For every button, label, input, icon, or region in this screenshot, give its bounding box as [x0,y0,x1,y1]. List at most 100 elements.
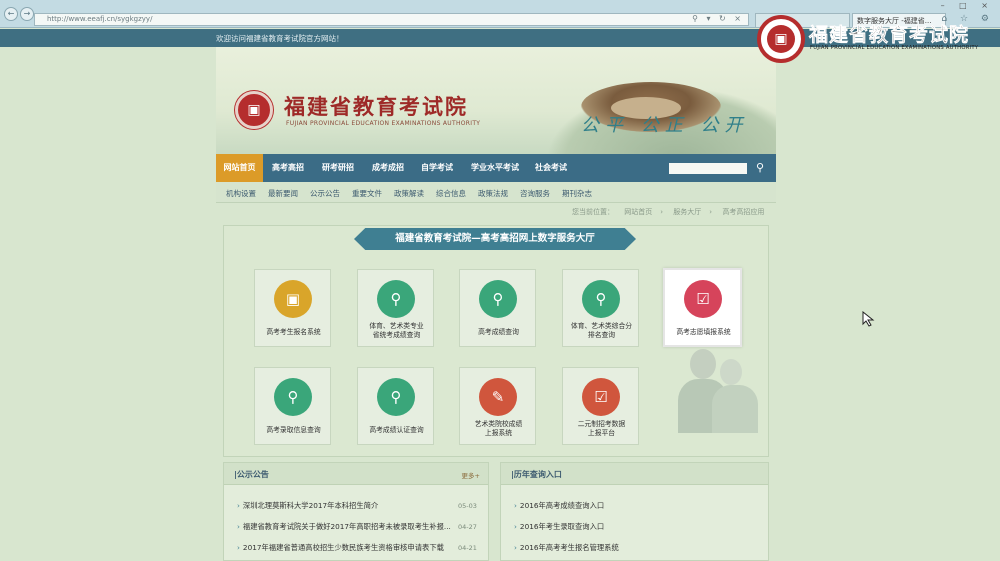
main-nav-item-chengkao[interactable]: 成考成招 [372,154,404,182]
sub-nav-item[interactable]: 重要文件 [352,188,382,199]
watermark-seal-icon: ▣ [757,15,805,63]
breadcrumb-item[interactable]: 网站首页 [624,208,652,216]
service-tile-label-line: 排名查询 [587,331,616,339]
address-search-icon[interactable]: ⚲ ▾ ↻ × [692,14,744,23]
main-nav-item-shehui[interactable]: 社会考试 [535,154,567,182]
main-nav-item-home[interactable]: 网站首页 [216,154,263,182]
main-nav-item-zixue[interactable]: 自学考试 [421,154,453,182]
service-tile[interactable]: ⚲ 高考录取信息查询 [254,367,331,445]
service-tile-label-line: 高考考生报名系统 [266,328,321,336]
main-nav-item-xueye[interactable]: 学业水平考试 [471,154,519,182]
service-tile-label: 高考考生报名系统 [257,328,330,337]
service-tile-label: 艺术类院校成绩 上报系统 [462,420,535,438]
sub-nav-item[interactable]: 期刊杂志 [562,188,592,199]
chevron-right-icon: › [237,543,240,552]
service-tile-label-line: 高考志愿填报系统 [676,328,731,336]
monitor-icon: ▣ [274,280,312,318]
service-tile-label-line: 艺术类院校成绩 [474,420,523,428]
service-tile-label-line: 省统考成绩查询 [372,331,421,339]
main-nav-item-gaokao[interactable]: 高考高招 [272,154,304,182]
service-tile[interactable]: ⚲ 体育、艺术类综合分 排名查询 [562,269,639,347]
list-item-date: 05-03 [458,502,477,510]
search-doc-icon: ⚲ [582,280,620,318]
welcome-text: 欢迎访问福建省教育考试院官方网站！ [216,34,344,43]
service-tile-label-line: 二元制招考数据 [577,420,626,428]
breadcrumb-sep: › [660,208,664,216]
edit-doc-icon: ✎ [479,378,517,416]
site-slogan: 公平 公正 公开 [581,115,749,136]
service-tile-label: 体育、艺术类综合分 排名查询 [565,322,638,340]
service-tile-label: 高考录取信息查询 [257,426,330,435]
search-doc-icon: ⚲ [377,378,415,416]
service-tile[interactable]: ⚲ 高考成绩查询 [459,269,536,347]
forward-icon[interactable]: → [20,7,34,21]
sub-nav-item[interactable]: 政策法规 [478,188,508,199]
service-hall-title: 福建省教育考试院—高考高招网上数字服务大厅 [354,228,636,250]
service-tile-label-line: 高考录取信息查询 [266,426,321,434]
list-item[interactable]: › 福建省教育考试院关于做好2017年高职招考未被录取考生补报... [237,522,451,532]
site-banner: ▣ 福建省教育考试院 FUJIAN PROVINCIAL EDUCATION E… [216,47,776,154]
chevron-right-icon: › [237,501,240,510]
breadcrumb-item[interactable]: 服务大厅 [673,208,701,216]
announcements-box: |公示公告 更多+ › 深圳北理莫斯科大学2017年本科招生简介 05-03 › 福… [223,462,489,561]
more-link[interactable]: 更多+ [462,470,480,480]
window-controls-icon[interactable]: – □ × [941,1,994,10]
service-tile[interactable]: ☑ 高考志愿填报系统 [663,268,742,347]
service-tile-label: 高考志愿填报系统 [667,328,740,337]
service-tile-label-line: 体育、艺术类专业 [369,322,424,330]
sub-nav-item[interactable]: 政策解读 [394,188,424,199]
list-item-date: 04-27 [458,523,477,531]
service-tile-label: 体育、艺术类专业 省统考成绩查询 [360,322,433,340]
service-tile[interactable]: ✎ 艺术类院校成绩 上报系统 [459,367,536,445]
history-header: |历年查询入口 [501,463,768,485]
list-item[interactable]: › 2016年考生录取查询入口 [514,522,604,532]
sub-nav-item[interactable]: 综合信息 [436,188,466,199]
service-tile-label-line: 上报平台 [587,429,616,437]
list-item[interactable]: › 深圳北理莫斯科大学2017年本科招生简介 [237,501,378,511]
chevron-right-icon: › [237,522,240,531]
history-box: |历年查询入口 › 2016年高考成绩查询入口 › 2016年考生录取查询入口 › 2… [500,462,769,561]
service-tile[interactable]: ⚲ 体育、艺术类专业 省统考成绩查询 [357,269,434,347]
search-doc-icon: ⚲ [479,280,517,318]
history-title: |历年查询入口 [511,470,562,479]
chevron-right-icon: › [514,501,517,510]
service-tile-label-line: 高考成绩查询 [478,328,519,336]
breadcrumb: 您当前位置： 网站首页 › 服务大厅 › 高考高招应用 [572,207,772,217]
sub-nav-item[interactable]: 机构设置 [226,188,256,199]
service-tile-label-line: 体育、艺术类综合分 [570,322,633,330]
list-item[interactable]: › 2017年福建省普通高校招生少数民族考生资格审核申请表下载 [237,543,444,553]
sub-nav: 机构设置 最新要闻 公示公告 重要文件 政策解读 综合信息 政策法规 咨询服务 … [216,182,776,203]
sub-nav-item[interactable]: 咨询服务 [520,188,550,199]
chevron-right-icon: › [514,543,517,552]
list-item[interactable]: › 2016年高考成绩查询入口 [514,501,604,511]
service-tile-label-line: 上报系统 [484,429,513,437]
search-doc-icon: ⚲ [274,378,312,416]
service-tile[interactable]: ⚲ 高考成绩认证查询 [357,367,434,445]
site-search-input[interactable] [669,163,747,174]
service-tile[interactable]: ▣ 高考考生报名系统 [254,269,331,347]
back-icon[interactable]: ← [4,7,18,21]
watermark-logo: ▣ 福建省教育考试院 FUJIAN PROVINCIAL EDUCATION E… [757,15,1000,63]
watermark-name-en: FUJIAN PROVINCIAL EDUCATION EXAMINATIONS… [810,45,979,51]
address-bar[interactable]: http://www.eeafj.cn/sygkgzyy/ ⚲ ▾ ↻ × [34,13,749,26]
chevron-right-icon: › [514,522,517,531]
checklist-icon: ☑ [684,280,722,318]
people-illustration-icon [668,345,760,433]
service-tile[interactable]: ☑ 二元制招考数据 上报平台 [562,367,639,445]
sub-nav-item[interactable]: 最新要闻 [268,188,298,199]
site-logo-icon[interactable]: ▣ [235,91,273,129]
service-tile-label: 二元制招考数据 上报平台 [565,420,638,438]
main-nav: 网站首页 高考高招 研考研招 成考成招 自学考试 学业水平考试 社会考试 ⚲ [216,154,776,182]
address-url: http://www.eeafj.cn/sygkgzyy/ [47,15,153,23]
announcements-title: |公示公告 [234,470,269,479]
list-item[interactable]: › 2016年高考考生报名管理系统 [514,543,619,553]
sub-nav-item[interactable]: 公示公告 [310,188,340,199]
search-doc-icon: ⚲ [377,280,415,318]
breadcrumb-item[interactable]: 高考高招应用 [722,208,764,216]
main-nav-item-yankao[interactable]: 研考研招 [322,154,354,182]
breadcrumb-prefix: 您当前位置： [572,208,614,216]
site-name: 福建省教育考试院 [284,94,468,119]
search-icon[interactable]: ⚲ [752,160,768,176]
service-tile-label-line: 高考成绩认证查询 [369,426,424,434]
checklist-icon: ☑ [582,378,620,416]
